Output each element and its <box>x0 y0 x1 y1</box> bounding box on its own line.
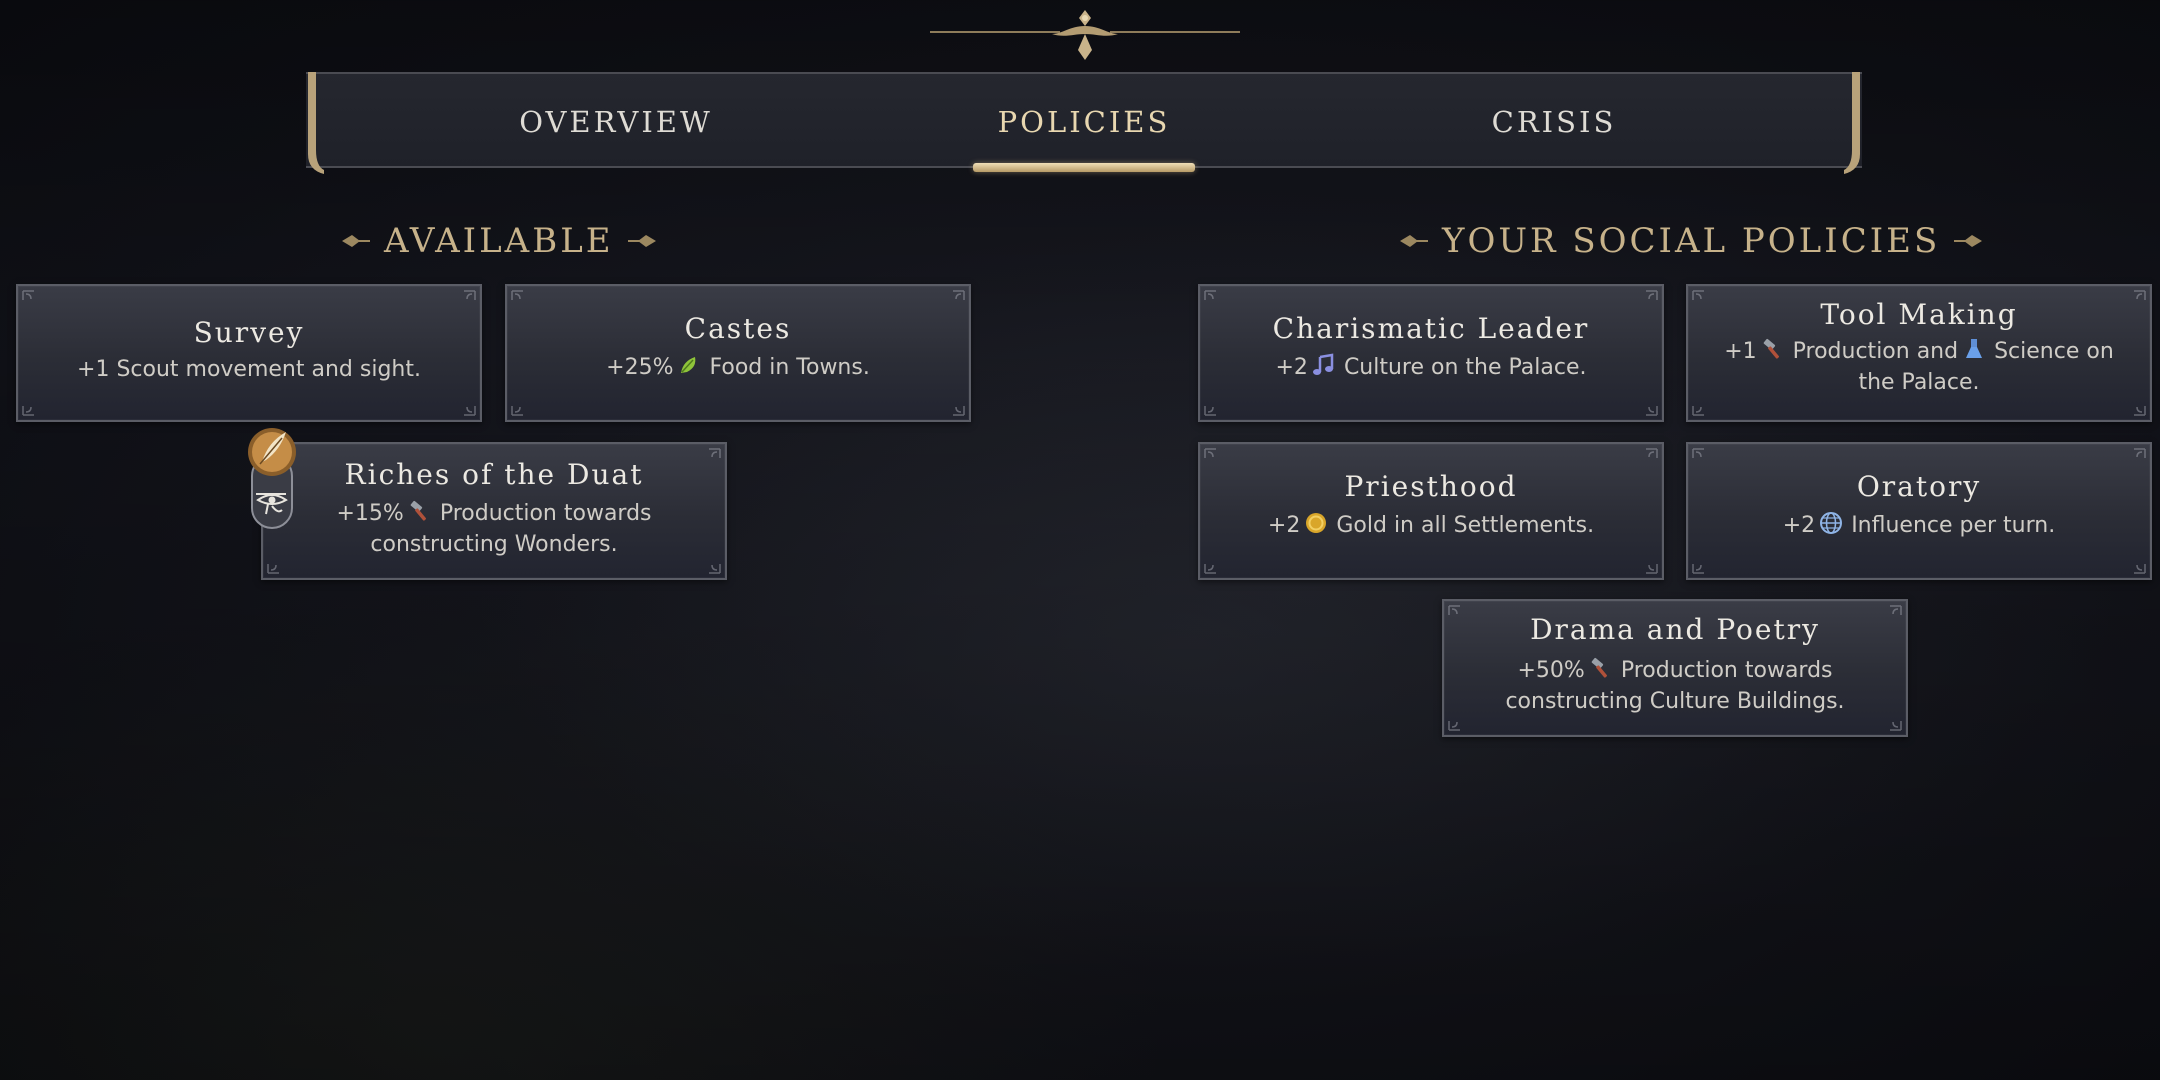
food-icon <box>681 357 696 373</box>
tab-policies[interactable]: POLICIES <box>934 74 1234 170</box>
policy-description-text: +1 Scout movement and sight. <box>77 357 421 382</box>
policy-effect: Culture on the Palace. <box>1343 355 1587 380</box>
policy-effect-continued: constructing Culture Buildings. <box>1505 689 1845 714</box>
policy-card-oratory[interactable]: Oratory +2 Influence per turn. <box>1686 442 2152 580</box>
tab-bar-left-bracket-icon <box>308 72 324 174</box>
policy-title: Riches of the Duat <box>344 458 644 491</box>
policy-card-riches-of-the-duat[interactable]: Riches of the Duat +15% Production toward… <box>261 442 727 580</box>
production-icon <box>1761 337 1785 361</box>
card-corner-ornament-icon <box>22 402 42 416</box>
policy-card-priesthood[interactable]: Priesthood +2 Gold in all Settlements. <box>1198 442 1664 580</box>
available-heading-text: AVAILABLE <box>384 221 614 261</box>
policy-value: +25% <box>606 355 674 380</box>
policy-value: +2 <box>1275 355 1308 380</box>
top-ornament-icon <box>930 10 1240 60</box>
policy-effect: Food in Towns. <box>709 355 870 380</box>
policy-description: +2 Gold in all Settlements. <box>1200 510 1662 541</box>
card-corner-ornament-icon <box>2126 402 2146 416</box>
policy-title: Oratory <box>1856 470 1982 503</box>
policy-effect: Gold in all Settlements. <box>1336 513 1595 538</box>
card-corner-ornament-icon <box>1638 560 1658 574</box>
civilization-unique-badge-icon <box>248 428 296 529</box>
policy-title: Survey <box>193 316 305 349</box>
heading-ornament-right-icon <box>1954 235 1983 247</box>
gold-icon <box>1306 513 1327 533</box>
your-social-policies-heading-text: YOUR SOCIAL POLICIES <box>1442 221 1941 261</box>
policy-title: Tool Making <box>1820 298 2018 331</box>
card-corner-ornament-icon <box>267 560 287 574</box>
influence-icon <box>1820 512 1843 534</box>
card-corner-ornament-icon <box>1692 402 1712 416</box>
tab-overview[interactable]: OVERVIEW <box>466 74 766 170</box>
card-corner-ornament-icon <box>1882 717 1902 731</box>
card-corner-ornament-icon <box>456 290 476 304</box>
card-corner-ornament-icon <box>1882 605 1902 619</box>
card-corner-ornament-icon <box>701 448 721 462</box>
policy-card-drama-and-poetry[interactable]: Drama and Poetry +50% Production towards … <box>1442 599 1908 737</box>
policy-effect: Production towards <box>1620 658 1833 683</box>
card-corner-ornament-icon <box>2126 448 2146 462</box>
available-heading: AVAILABLE <box>342 218 656 264</box>
card-corner-ornament-icon <box>2126 560 2146 574</box>
policy-effect-continued: constructing Wonders. <box>370 532 618 557</box>
policy-description: +2 Influence per turn. <box>1688 510 2150 541</box>
policy-description: +1 Scout movement and sight. <box>18 354 480 385</box>
card-corner-ornament-icon <box>1638 402 1658 416</box>
card-corner-ornament-icon <box>1692 560 1712 574</box>
policy-effect: Influence per turn. <box>1851 513 2056 538</box>
card-corner-ornament-icon <box>511 402 531 416</box>
policy-description: +15% Production towards constructing Wond… <box>263 498 725 560</box>
policy-value: +1 <box>1724 339 1757 364</box>
tab-bar-right-bracket-icon <box>1844 72 1860 174</box>
policy-description: +1 Production and Science on the Palace. <box>1688 336 2150 398</box>
policy-effect: Production towards <box>439 501 652 526</box>
policy-card-castes[interactable]: Castes +25% Food in Towns. <box>505 284 971 422</box>
card-corner-ornament-icon <box>456 402 476 416</box>
policy-card-tool-making[interactable]: Tool Making +1 Production and Science on t… <box>1686 284 2152 422</box>
card-corner-ornament-icon <box>1692 448 1712 462</box>
science-icon <box>1966 339 1983 358</box>
policy-description: +25% Food in Towns. <box>507 352 969 383</box>
card-corner-ornament-icon <box>1448 605 1468 619</box>
production-icon <box>408 499 432 523</box>
card-corner-ornament-icon <box>945 402 965 416</box>
your-social-policies-heading: YOUR SOCIAL POLICIES <box>1400 218 1983 264</box>
policy-value: +2 <box>1267 513 1301 538</box>
culture-icon <box>1312 353 1334 375</box>
card-corner-ornament-icon <box>1204 448 1224 462</box>
card-corner-ornament-icon <box>1204 290 1224 304</box>
policy-effect: Production and <box>1792 339 1959 364</box>
policy-description: +50% Production towards constructing Cult… <box>1444 655 1906 717</box>
policy-title: Charismatic Leader <box>1272 312 1590 345</box>
card-corner-ornament-icon <box>2126 290 2146 304</box>
card-corner-ornament-icon <box>701 560 721 574</box>
card-corner-ornament-icon <box>511 290 531 304</box>
card-corner-ornament-icon <box>1204 402 1224 416</box>
card-corner-ornament-icon <box>1204 560 1224 574</box>
card-corner-ornament-icon <box>1638 448 1658 462</box>
policy-value: +2 <box>1782 513 1816 538</box>
card-corner-ornament-icon <box>1692 290 1712 304</box>
card-corner-ornament-icon <box>945 290 965 304</box>
card-corner-ornament-icon <box>22 290 42 304</box>
policy-value: +15% <box>336 501 404 526</box>
card-corner-ornament-icon <box>1448 717 1468 731</box>
active-tab-indicator <box>973 163 1195 172</box>
heading-ornament-left-icon <box>342 235 370 247</box>
heading-ornament-left-icon <box>1400 235 1428 247</box>
card-corner-ornament-icon <box>1638 290 1658 304</box>
policy-card-charismatic-leader[interactable]: Charismatic Leader +2 Culture on the Pala… <box>1198 284 1664 422</box>
policy-effect: Science on <box>1994 339 2114 364</box>
policy-effect-continued: the Palace. <box>1858 370 1980 395</box>
tab-crisis[interactable]: CRISIS <box>1404 74 1704 170</box>
policy-description: +2 Culture on the Palace. <box>1200 352 1662 383</box>
tab-bar: OVERVIEW POLICIES CRISIS <box>306 72 1862 168</box>
policy-card-survey[interactable]: Survey +1 Scout movement and sight. <box>16 284 482 422</box>
heading-ornament-right-icon <box>627 235 656 247</box>
production-icon <box>1589 656 1613 680</box>
policy-title: Priesthood <box>1344 470 1518 503</box>
policy-value: +50% <box>1517 658 1585 683</box>
policy-title: Drama and Poetry <box>1530 613 1820 646</box>
policy-title: Castes <box>684 312 792 345</box>
